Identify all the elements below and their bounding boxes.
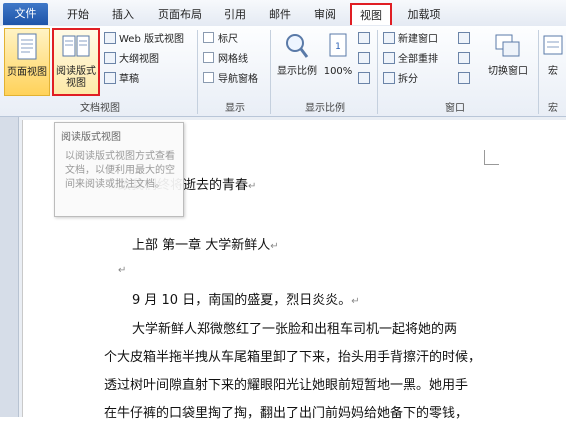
nav-pane-label: 导航窗格	[218, 74, 258, 85]
arrange-all-label: 全部重排	[398, 54, 438, 65]
paragraph-line: 透过树叶间隙直射下来的耀眼阳光让她眼前短暂地一黑。她用手	[104, 378, 469, 393]
macros-button[interactable]: 宏	[540, 28, 566, 96]
ruler-checkbox[interactable]: 标尺	[203, 32, 238, 48]
page-width-icon	[358, 72, 370, 84]
group-separator	[377, 30, 378, 114]
group-separator	[270, 30, 271, 114]
page-100-icon: 1	[329, 33, 347, 57]
magnifier-icon	[286, 34, 309, 58]
chapter-heading: 上部 第一章 大学新鲜人↵	[132, 238, 279, 253]
sync-scroll-icon	[458, 52, 470, 64]
open-book-icon	[62, 35, 90, 57]
arrange-all-icon	[383, 52, 395, 64]
web-layout-label: Web 版式视图	[119, 34, 184, 45]
tab-review[interactable]: 审阅	[309, 5, 341, 25]
paragraph-mark: ↵	[248, 181, 257, 192]
gridlines-checkbox[interactable]: 网格线	[203, 52, 248, 68]
outline-icon	[104, 52, 116, 64]
margin-corner-marker	[484, 150, 499, 165]
sync-scroll-button[interactable]	[458, 52, 473, 68]
two-pages-icon	[358, 52, 370, 64]
reading-label-1: 阅读版式	[56, 66, 96, 77]
reset-window-button[interactable]	[458, 72, 473, 88]
paragraph-line: 个大皮箱半拖半拽从车尾箱里卸了下来，抬头用手背擦汗的时候，	[104, 350, 482, 365]
side-by-side-button[interactable]	[458, 32, 473, 48]
checkbox-icon	[203, 72, 214, 83]
zoom-label: 显示比例	[277, 66, 317, 77]
vertical-ruler	[0, 117, 19, 417]
switch-window-button[interactable]: 切换窗口	[482, 28, 534, 96]
group-label-show: 显示	[225, 103, 245, 114]
paragraph-mark: ↵	[118, 265, 127, 276]
tab-page-layout[interactable]: 页面布局	[152, 5, 208, 25]
outline-button[interactable]: 大纲视图	[104, 52, 159, 68]
reading-label-2: 视图	[66, 78, 86, 89]
web-layout-button[interactable]: Web 版式视图	[104, 32, 184, 48]
group-label-zoom: 显示比例	[305, 103, 345, 114]
tab-insert[interactable]: 插入	[107, 5, 139, 25]
print-layout-label: 页面视图	[7, 67, 47, 78]
switch-window-icon	[495, 34, 520, 57]
split-label: 拆分	[398, 74, 418, 85]
group-separator	[197, 30, 198, 114]
full-screen-reading-button[interactable]: 阅读版式 视图	[52, 28, 100, 96]
tab-view[interactable]: 视图	[350, 3, 392, 25]
tooltip-title: 阅读版式视图	[61, 132, 121, 143]
tab-file[interactable]: 文件	[3, 3, 48, 25]
macros-label: 宏	[548, 66, 558, 77]
tab-references[interactable]: 引用	[219, 5, 251, 25]
group-label-doc-views: 文档视图	[80, 103, 120, 114]
paragraph-mark: ↵	[351, 296, 360, 307]
switch-window-label: 切换窗口	[488, 66, 528, 77]
new-window-icon	[383, 32, 395, 44]
page-width-button[interactable]	[358, 72, 373, 88]
page-icon	[17, 33, 37, 60]
svg-text:1: 1	[335, 42, 341, 52]
paragraph-mark: ↵	[270, 241, 279, 252]
two-pages-button[interactable]	[358, 52, 373, 68]
tooltip-body: 以阅读版式视图方式查看文档，以便利用最大的空间来阅读或批注文档。	[65, 151, 175, 190]
zoom-button[interactable]: 显示比例	[274, 28, 320, 96]
zoom-100-label: 100%	[323, 66, 353, 77]
new-window-button[interactable]: 新建窗口	[383, 32, 438, 48]
arrange-all-button[interactable]: 全部重排	[383, 52, 438, 68]
reading-view-tooltip: 阅读版式视图 以阅读版式视图方式查看文档，以便利用最大的空间来阅读或批注文档。	[54, 122, 184, 217]
checkbox-icon	[203, 52, 214, 63]
split-icon	[383, 72, 395, 84]
ribbon-tab-bar: 文件 开始 插入 页面布局 引用 邮件 审阅 视图 加载项	[0, 0, 566, 27]
tab-addins[interactable]: 加载项	[403, 5, 445, 25]
zoom-100-button[interactable]: 1 100%	[322, 28, 354, 96]
reset-window-icon	[458, 72, 470, 84]
macro-icon	[543, 35, 563, 55]
side-by-side-icon	[458, 32, 470, 44]
group-label-window: 窗口	[445, 103, 465, 114]
paragraph-line: 大学新鲜人郑微憋红了一张脸和出租车司机一起将她的两	[132, 322, 458, 337]
empty-paragraph: ↵	[118, 262, 126, 277]
checkbox-icon	[203, 32, 214, 43]
draft-button[interactable]: 草稿	[104, 72, 139, 88]
date-line: 9 月 10 日，南国的盛夏，烈日炎炎。↵	[132, 293, 360, 308]
group-label-macros: 宏	[548, 103, 558, 114]
split-button[interactable]: 拆分	[383, 72, 418, 88]
gridlines-label: 网格线	[218, 54, 248, 65]
ruler-label: 标尺	[218, 34, 238, 45]
group-separator	[538, 30, 539, 114]
ribbon-panel: 页面视图 阅读版式 视图 Web 版式视图 大纲视图 草稿 文档视图 标尺 网格…	[0, 26, 566, 117]
draft-label: 草稿	[119, 74, 139, 85]
print-layout-button[interactable]: 页面视图	[4, 28, 50, 96]
nav-pane-checkbox[interactable]: 导航窗格	[203, 72, 258, 88]
one-page-icon	[358, 32, 370, 44]
outline-label: 大纲视图	[119, 54, 159, 65]
one-page-button[interactable]	[358, 32, 373, 48]
new-window-label: 新建窗口	[398, 34, 438, 45]
tab-mailings[interactable]: 邮件	[264, 5, 296, 25]
globe-icon	[104, 32, 116, 44]
draft-icon	[104, 72, 116, 84]
paragraph-line: 在牛仔裤的口袋里掏了掏，翻出了出门前妈妈给她备下的零钱，	[104, 406, 469, 421]
tab-home[interactable]: 开始	[62, 5, 94, 25]
